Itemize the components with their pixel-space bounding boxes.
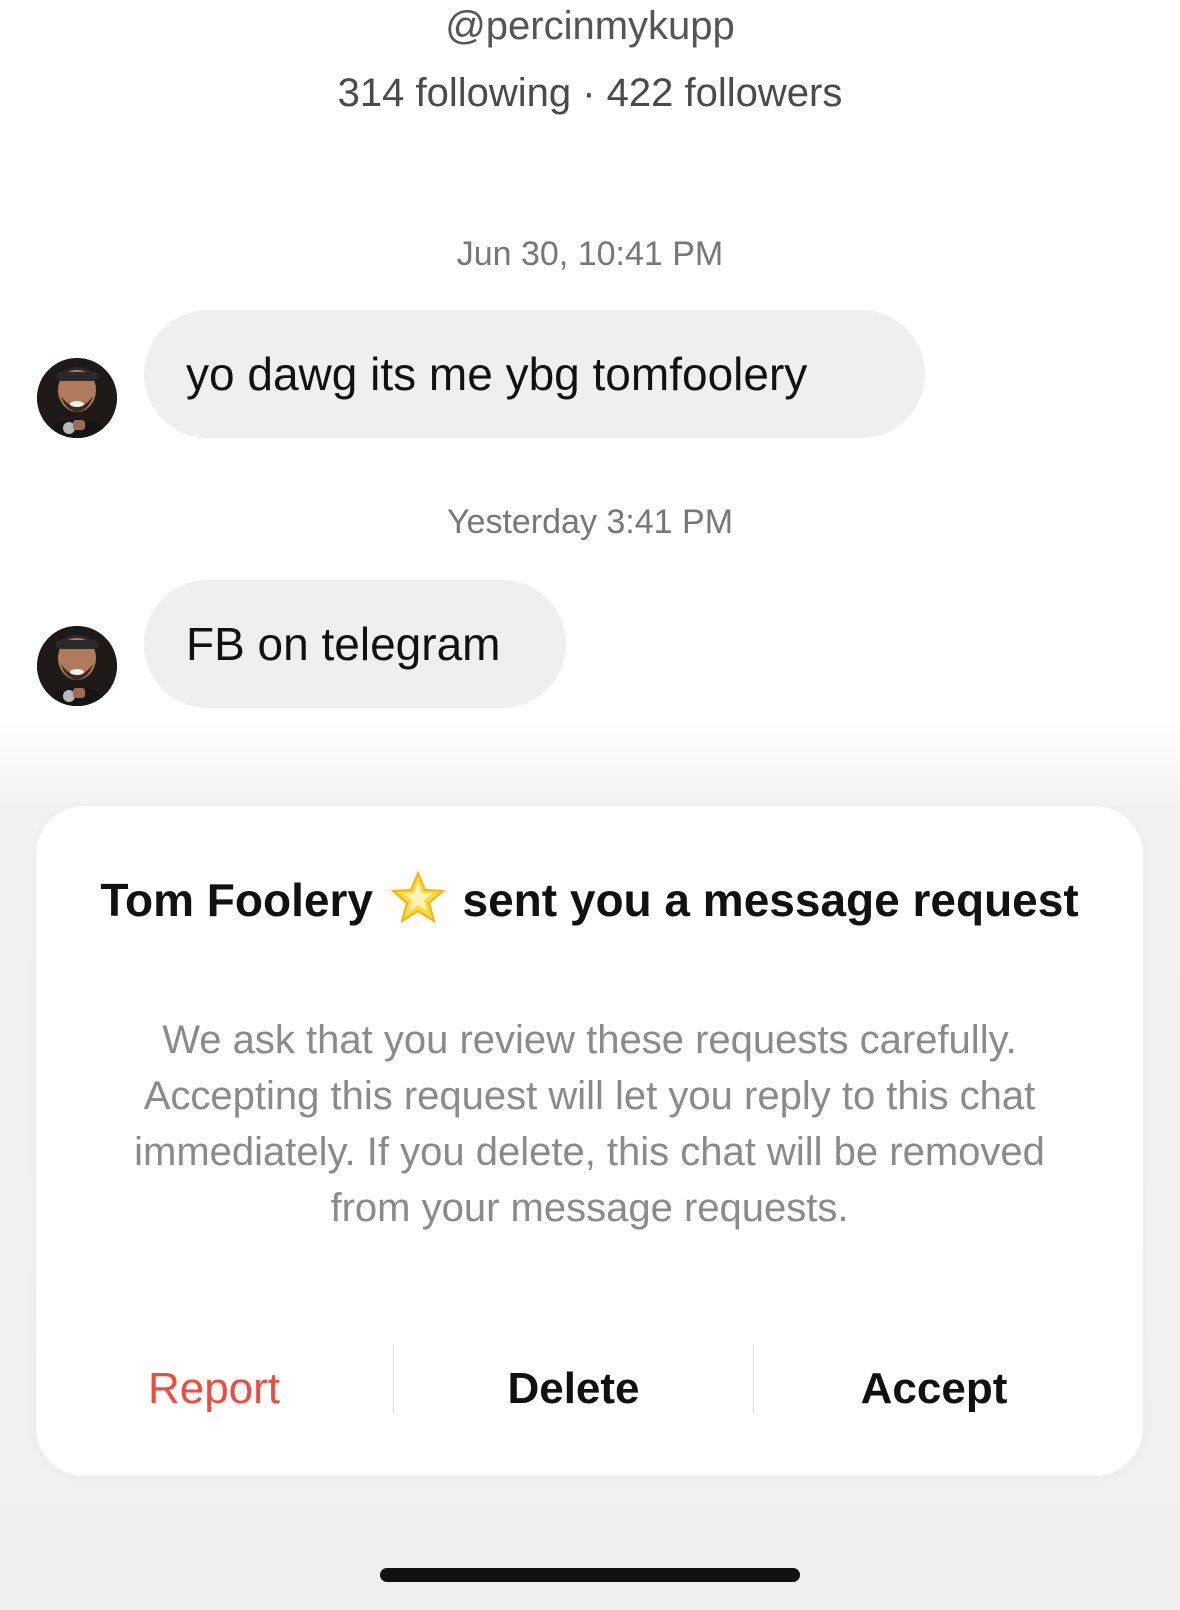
message-row: yo dawg its me ybg tomfoolery <box>0 310 1180 440</box>
sender-avatar[interactable] <box>37 626 117 706</box>
delete-button[interactable]: Delete <box>394 1354 753 1424</box>
request-title-suffix: sent you a message request <box>462 874 1079 926</box>
message-bubble[interactable]: FB on telegram <box>144 580 566 708</box>
message-timestamp: Jun 30, 10:41 PM <box>456 235 724 273</box>
message-timestamp: Yesterday 3:41 PM <box>446 503 734 541</box>
profile-handle[interactable]: @percinmykupp <box>0 2 1180 50</box>
request-description: We ask that you review these requests ca… <box>134 1018 1045 1230</box>
report-button[interactable]: Report <box>36 1354 392 1424</box>
request-title: Tom Foolery sent you a message request <box>96 868 1083 942</box>
message-request-card: Tom Foolery sent you a message request W… <box>36 806 1143 1476</box>
request-actions: Report Delete Accept <box>36 1344 1143 1424</box>
sender-name: Tom Foolery <box>100 874 373 926</box>
message-bubble[interactable]: yo dawg its me ybg tomfoolery <box>144 310 925 438</box>
chat-thread: @percinmykupp 314 following · 422 follow… <box>0 0 1180 800</box>
message-row: FB on telegram <box>0 580 1180 710</box>
glowing-star-icon <box>390 870 446 942</box>
accept-button[interactable]: Accept <box>754 1354 1114 1424</box>
sender-avatar[interactable] <box>37 358 117 438</box>
profile-stats: 314 following · 422 followers <box>337 71 843 115</box>
home-indicator[interactable] <box>380 1568 800 1582</box>
